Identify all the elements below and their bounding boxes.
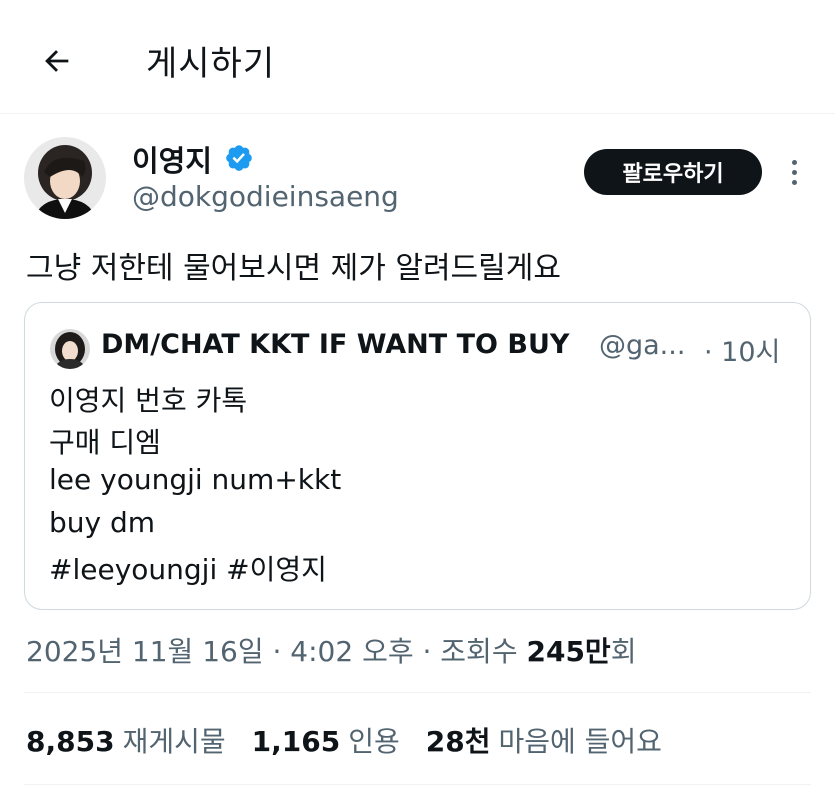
views-count: 245만 — [526, 635, 611, 668]
author-handle[interactable]: @dokgodieinsaeng — [132, 180, 399, 213]
quoted-author-avatar — [50, 329, 90, 369]
reposts-stat[interactable]: 8,853 재게시물 — [26, 720, 226, 760]
back-button[interactable] — [36, 40, 78, 82]
reposts-count: 8,853 — [26, 725, 115, 758]
quoted-author-handle: @ga... — [599, 330, 686, 361]
likes-label: 마음에 들어요 — [498, 725, 662, 758]
author-name[interactable]: 이영지 — [132, 138, 212, 180]
quoted-text-line: 이영지 번호 카톡 — [49, 384, 248, 417]
views-suffix: 회 — [610, 635, 637, 668]
quoted-post-time: · 10시 — [704, 337, 781, 368]
post-text: 그냥 저한테 물어보시면 제가 알려드릴게요 — [26, 251, 561, 286]
author-avatar[interactable] — [24, 137, 106, 219]
post-timestamp[interactable]: 2025년 11월 16일 · 4:02 오후 · 조회수 — [26, 635, 526, 668]
quoted-text-line: lee youngji num+kkt — [49, 463, 342, 496]
quotes-label: 인용 — [348, 725, 400, 758]
page-title: 게시하기 — [146, 44, 276, 84]
quoted-hashtags[interactable]: #leeyoungji #이영지 — [49, 548, 327, 588]
quoted-text-line: buy dm — [49, 506, 156, 539]
follow-button[interactable]: 팔로우하기 — [584, 149, 762, 195]
more-vertical-icon[interactable] — [780, 150, 808, 194]
quoted-post[interactable]: DM/CHAT KKT IF WANT TO BUY @ga... · 10시 … — [24, 302, 811, 610]
engagement-stats: 8,853 재게시물 1,165 인용 28천 마음에 들어요 — [26, 720, 662, 760]
quotes-stat[interactable]: 1,165 인용 — [252, 720, 400, 760]
post-detail-page: 게시하기 이영지 @dokgodieinsaeng 팔로우하기 그냥 저한테 물… — [0, 0, 835, 787]
likes-count: 28천 — [425, 725, 491, 758]
top-bar: 게시하기 — [0, 0, 835, 114]
reposts-label: 재게시물 — [122, 725, 226, 758]
meta-divider — [24, 692, 811, 693]
arrow-left-icon[interactable] — [40, 44, 74, 78]
quotes-count: 1,165 — [251, 725, 341, 758]
likes-stat[interactable]: 28천 마음에 들어요 — [426, 720, 662, 760]
quoted-text-line: 구매 디엠 — [49, 426, 161, 459]
stats-divider — [24, 784, 811, 785]
verified-badge-icon — [226, 145, 252, 171]
quoted-author-name: DM/CHAT KKT IF WANT TO BUY — [101, 329, 570, 360]
post-meta: 2025년 11월 16일 · 4:02 오후 · 조회수 245만회 — [26, 630, 636, 670]
header-divider — [0, 113, 835, 114]
